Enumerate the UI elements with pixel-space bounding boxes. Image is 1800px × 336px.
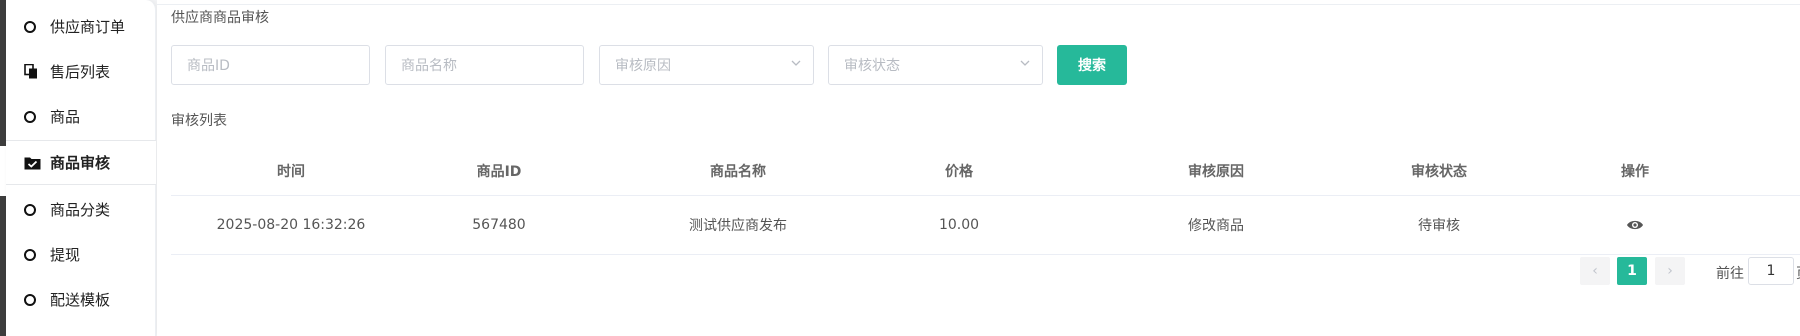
table-row: 2025-08-20 16:32:26 567480 测试供应商发布 10.00… [171,196,1800,255]
sidebar-item-label: 配送模板 [50,291,111,309]
header-product-name: 商品名称 [710,163,766,180]
app-root: 供应商订单 售后列表 商品 商品审核 商品分类 提现 配送模板 供应商商品审核 … [0,0,1800,336]
cell-actions [1475,196,1795,254]
folder-check-icon [24,153,44,173]
sidebar-item-label: 商品分类 [50,201,111,219]
circle-icon [24,290,44,310]
eye-icon[interactable] [1626,219,1644,231]
goto-label: 前往 [1716,266,1744,282]
sidebar-item-label: 提现 [50,246,81,264]
sidebar-item-withdraw[interactable]: 提现 [6,232,156,277]
chevron-down-icon [791,60,801,66]
sidebar-item-label: 商品 [50,108,81,126]
product-id-placeholder: 商品ID [187,58,230,74]
sidebar-item-label: 商品审核 [50,154,111,172]
prev-page-button[interactable]: ‹ [1580,257,1610,285]
product-name-placeholder: 商品名称 [401,58,457,74]
page-title: 供应商商品审核 [171,10,269,26]
review-list-title: 审核列表 [171,113,227,129]
header-review-status: 审核状态 [1411,163,1467,180]
page-1-button[interactable]: 1 [1617,257,1647,285]
product-id-input[interactable]: 商品ID [171,45,370,85]
top-divider [157,4,1800,5]
sidebar-item-categories[interactable]: 商品分类 [6,187,156,232]
sidebar-item-products[interactable]: 商品 [6,94,156,139]
sidebar-item-label: 供应商订单 [50,18,126,36]
cell-time: 2025-08-20 16:32:26 [216,217,366,233]
header-price: 价格 [945,163,973,180]
sidebar-item-shipping-template[interactable]: 配送模板 [6,277,156,322]
cell-review-reason: 修改商品 [1188,218,1244,234]
sidebar-item-product-review[interactable]: 商品审核 [6,140,156,185]
copy-icon [24,62,44,82]
goto-page-input[interactable]: 1 [1748,257,1794,285]
sidebar: 供应商订单 售后列表 商品 商品审核 商品分类 提现 配送模板 [6,0,156,336]
search-button[interactable]: 搜索 [1057,45,1127,85]
header-time: 时间 [277,163,305,180]
cell-product-name: 测试供应商发布 [689,218,787,234]
circle-icon [24,200,44,220]
review-reason-placeholder: 审核原因 [615,58,671,74]
product-name-input[interactable]: 商品名称 [385,45,584,85]
circle-icon [24,107,44,127]
main-content: 供应商商品审核 商品ID 商品名称 审核原因 审核状态 搜索 审核列表 时间 商… [157,0,1800,336]
circle-icon [24,17,44,37]
next-page-button[interactable]: › [1655,257,1685,285]
circle-icon [24,245,44,265]
sidebar-item-after-sales[interactable]: 售后列表 [6,49,156,94]
header-review-reason: 审核原因 [1188,163,1244,180]
sidebar-item-label: 售后列表 [50,63,111,81]
review-status-select[interactable]: 审核状态 [828,45,1043,85]
sidebar-item-supplier-orders[interactable]: 供应商订单 [6,4,156,49]
header-product-id: 商品ID [476,163,522,180]
chevron-down-icon [1020,60,1030,66]
cell-price: 10.00 [938,217,980,233]
header-actions: 操作 [1621,163,1649,180]
review-reason-select[interactable]: 审核原因 [599,45,814,85]
goto-suffix: 页 [1796,263,1800,283]
table-header: 时间 商品ID 商品名称 价格 审核原因 审核状态 操作 [171,146,1800,196]
review-status-placeholder: 审核状态 [844,58,900,74]
cell-review-status: 待审核 [1418,218,1460,234]
review-table: 时间 商品ID 商品名称 价格 审核原因 审核状态 操作 2025-08-20 … [171,146,1800,255]
cell-product-id: 567480 [472,217,526,233]
